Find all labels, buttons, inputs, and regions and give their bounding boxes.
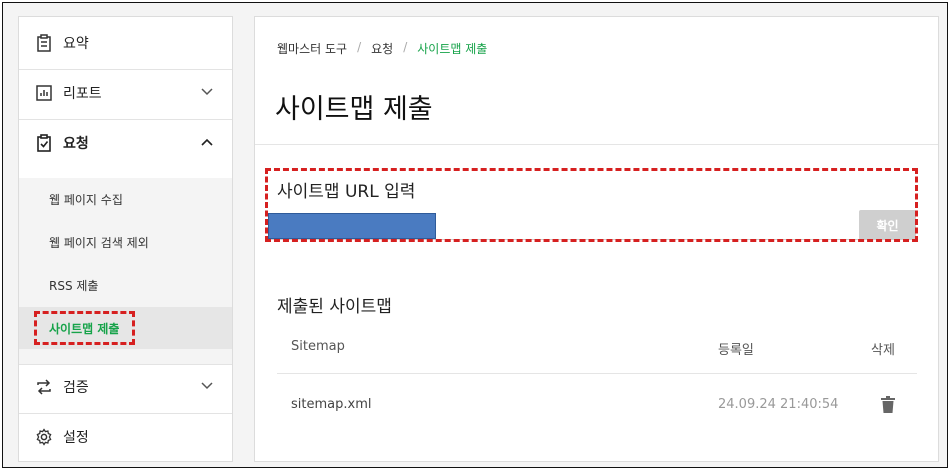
breadcrumb-item-current: 사이트맵 제출 <box>417 42 488 56</box>
window-frame: 요약 리포트 요청 웹 페이지 수집 웹 페이지 검색 제외 RSS 제출 사이… <box>2 2 948 468</box>
submenu-label: 사이트맵 제출 <box>49 321 120 336</box>
main-panel: 웹마스터 도구 / 요청 / 사이트맵 제출 사이트맵 제출 사이트맵 URL … <box>254 16 939 462</box>
page-title: 사이트맵 제출 <box>275 94 433 125</box>
sidebar-item-label: 리포트 <box>63 86 102 102</box>
table-cell-date: 24.09.24 21:40:54 <box>718 397 839 412</box>
sidebar-item-request[interactable]: 요청 <box>19 119 232 167</box>
sidebar-item-label: 요청 <box>63 136 89 152</box>
submitted-sitemaps-title: 제출된 사이트맵 <box>277 297 392 317</box>
chevron-up-icon[interactable] <box>200 135 214 149</box>
submenu-item-page-collect[interactable]: 웹 페이지 수집 <box>19 178 232 220</box>
sidebar-item-summary[interactable]: 요약 <box>19 19 232 67</box>
breadcrumb-item-webmaster[interactable]: 웹마스터 도구 <box>277 40 347 57</box>
column-header-date: 등록일 <box>718 343 754 358</box>
breadcrumb-separator: / <box>357 40 362 54</box>
submenu-label: 웹 페이지 수집 <box>49 192 123 207</box>
checklist-icon <box>37 134 51 152</box>
table-header-divider <box>277 373 917 374</box>
trash-icon[interactable] <box>881 396 895 413</box>
chart-icon <box>36 85 52 101</box>
column-header-sitemap: Sitemap <box>291 339 345 354</box>
chevron-down-icon[interactable] <box>200 379 214 393</box>
chevron-down-icon[interactable] <box>200 85 214 99</box>
sidebar-item-settings[interactable]: 설정 <box>19 413 232 461</box>
sidebar-item-label: 검증 <box>63 380 89 396</box>
sidebar: 요약 리포트 요청 웹 페이지 수집 웹 페이지 검색 제외 RSS 제출 사이… <box>18 16 233 462</box>
sitemap-url-label: 사이트맵 URL 입력 <box>277 182 416 202</box>
sidebar-item-label: 설정 <box>63 430 89 446</box>
breadcrumb-item-request[interactable]: 요청 <box>371 40 393 57</box>
sitemap-url-input[interactable] <box>268 213 436 239</box>
repeat-icon <box>37 379 51 395</box>
submenu-item-sitemap-submit[interactable]: 사이트맵 제출 <box>19 307 232 349</box>
submenu-label: 웹 페이지 검색 제외 <box>49 235 149 250</box>
submenu-label: RSS 제출 <box>49 278 99 293</box>
submenu-item-page-exclude[interactable]: 웹 페이지 검색 제외 <box>19 221 232 263</box>
column-header-delete: 삭제 <box>871 343 895 358</box>
input-underline <box>268 239 858 240</box>
submenu-item-rss-submit[interactable]: RSS 제출 <box>19 264 232 306</box>
confirm-button[interactable]: 확인 <box>859 210 916 240</box>
sidebar-item-verify[interactable]: 검증 <box>19 363 232 411</box>
table-cell-sitemap[interactable]: sitemap.xml <box>291 397 371 412</box>
gear-icon <box>36 428 52 446</box>
sidebar-item-label: 요약 <box>63 36 89 52</box>
breadcrumb-separator: / <box>403 40 408 54</box>
clipboard-icon <box>37 34 51 52</box>
divider <box>255 144 938 145</box>
breadcrumb: 웹마스터 도구 / 요청 / 사이트맵 제출 <box>277 40 487 57</box>
sidebar-item-report[interactable]: 리포트 <box>19 69 232 117</box>
